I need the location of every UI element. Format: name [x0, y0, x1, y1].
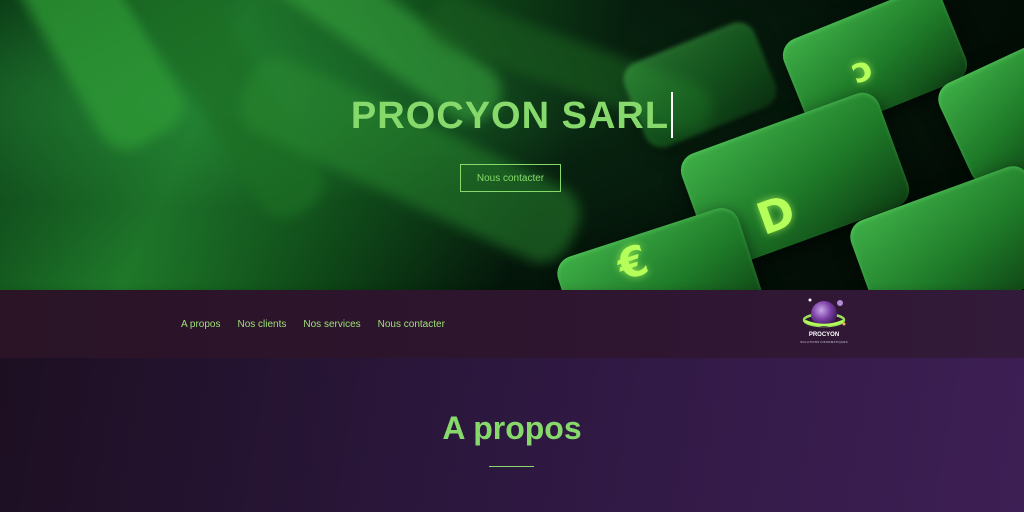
nav-link-nos-clients[interactable]: Nos clients: [237, 319, 286, 330]
logo-subtitle: SOLUTIONS INFORMATIQUES: [800, 340, 848, 344]
hero-title-text: PROCYON SARL: [350, 95, 670, 137]
logo-text: PROCYON: [808, 332, 840, 338]
text-cursor: [671, 91, 674, 138]
nav-link-a-propos[interactable]: A propos: [181, 319, 220, 330]
hero-banner: ↄ D € PROCYON SARL Nous contacter: [0, 0, 1024, 290]
keyboard-key: [552, 203, 768, 290]
nav-link-nos-services[interactable]: Nos services: [303, 319, 360, 330]
planet-logo-icon: [802, 298, 846, 328]
nav-link-nous-contacter[interactable]: Nous contacter: [378, 319, 445, 330]
title-divider: [489, 466, 534, 467]
main-navigation: A propos Nos clients Nos services Nous c…: [0, 290, 1024, 358]
contact-button[interactable]: Nous contacter: [460, 164, 561, 192]
nav-links: A propos Nos clients Nos services Nous c…: [181, 290, 445, 358]
hero-title: PROCYON SARL: [0, 91, 1024, 138]
about-section: A propos: [0, 358, 1024, 512]
procyon-logo[interactable]: PROCYON SOLUTIONS INFORMATIQUES: [796, 294, 852, 348]
section-title: A propos: [442, 410, 582, 446]
